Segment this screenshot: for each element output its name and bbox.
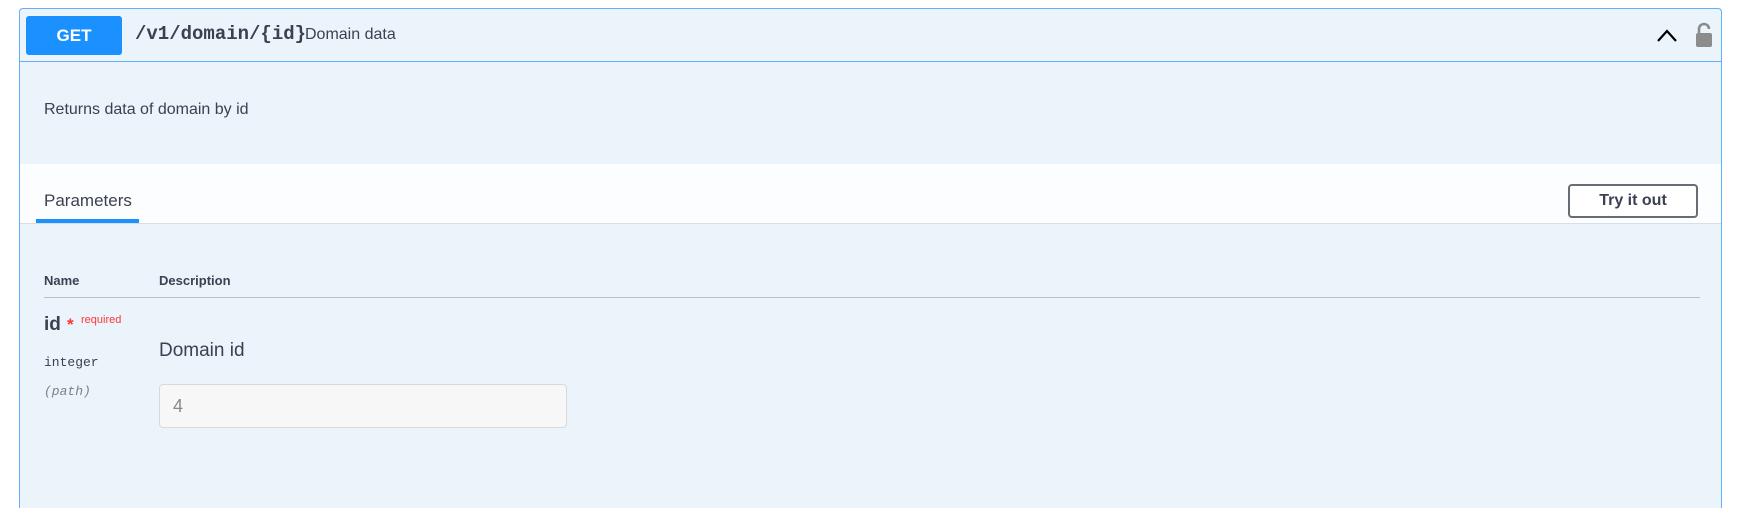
opblock-summary[interactable]: GET /v1/domain/{id} Domain data [20,9,1721,62]
unlocked-padlock-icon[interactable] [1695,22,1713,48]
opblock-get: GET /v1/domain/{id} Domain data Returns … [19,8,1722,508]
tab-active-indicator [36,219,139,223]
endpoint-summary: Domain data [305,26,396,43]
param-type: integer [44,355,99,370]
endpoint-path: /v1/domain/{id} [135,23,307,45]
chevron-up-icon[interactable] [1656,27,1678,43]
param-name: id [44,314,61,335]
param-location: (path) [44,384,91,399]
column-header-description: Description [159,273,231,288]
table-divider [44,297,1700,298]
required-asterisk: * [67,315,74,334]
operation-description: Returns data of domain by id [44,101,249,118]
column-header-name: Name [44,273,80,288]
method-badge: GET [26,16,122,55]
tab-parameters[interactable]: Parameters [44,191,132,211]
parameters-section-header: Parameters Try it out [20,164,1721,224]
try-it-out-button[interactable]: Try it out [1568,184,1698,218]
param-description: Domain id [159,340,245,361]
param-id-input[interactable] [159,384,567,428]
required-label: required [81,314,122,326]
